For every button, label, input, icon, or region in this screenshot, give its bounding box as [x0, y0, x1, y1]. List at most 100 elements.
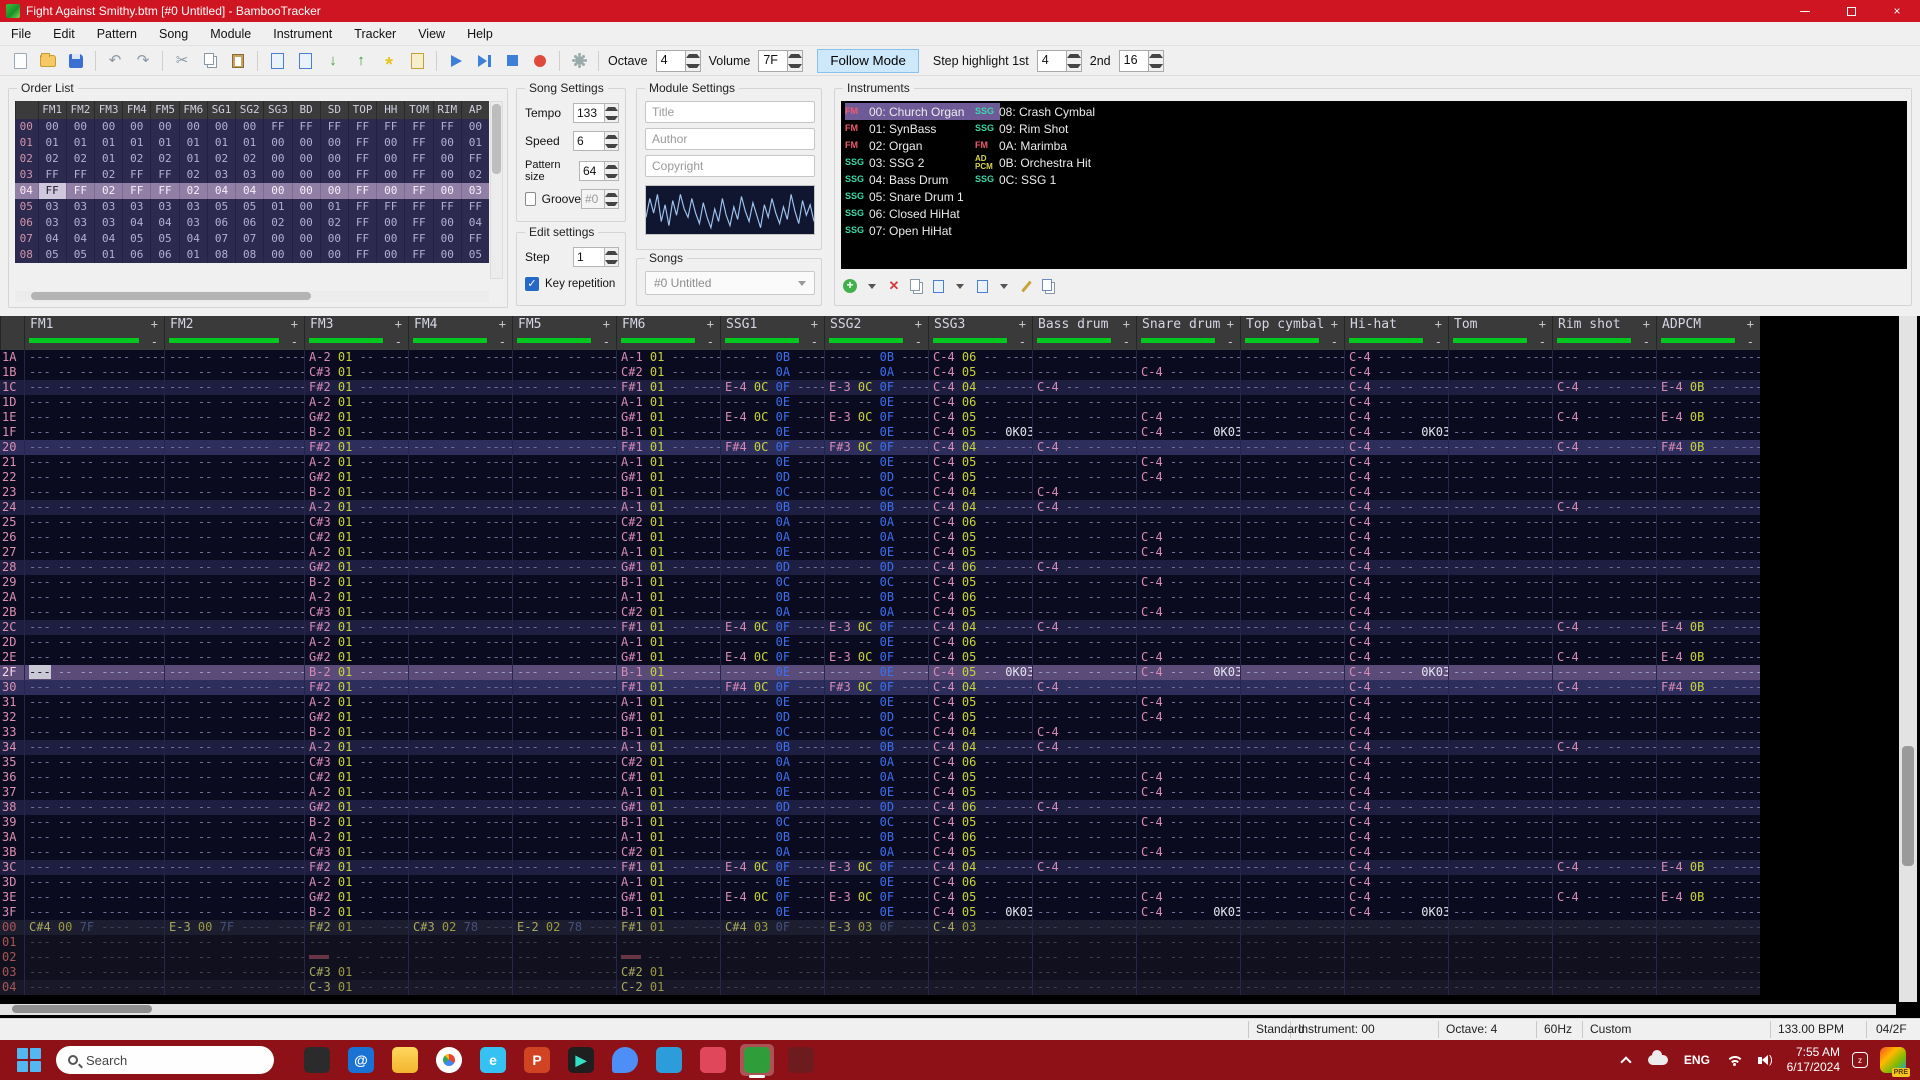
save-instrument-menu-button[interactable] — [995, 277, 1013, 295]
title-input[interactable]: Title — [645, 101, 815, 123]
play-from-start-button[interactable] — [471, 49, 497, 73]
pattern-row-32[interactable]: 32 --- -- -- ---- ---- --- -- -- ---- ----… — [0, 710, 1760, 725]
minimize-button[interactable] — [1782, 0, 1828, 22]
pattern-row-2D[interactable]: 2D --- -- -- ---- ---- --- -- -- ---- ----… — [0, 635, 1760, 650]
instrument-06[interactable]: SSG 06: Closed HiHat — [845, 205, 1000, 222]
notification-bell-icon[interactable]: z — [1852, 1052, 1868, 1068]
track-expand-button[interactable]: + — [915, 317, 922, 331]
language-indicator[interactable]: ENG — [1684, 1053, 1710, 1067]
track-collapse-button[interactable]: - — [915, 335, 922, 349]
new-file-button[interactable] — [7, 49, 33, 73]
red-app-taskbar-icon[interactable] — [696, 1044, 730, 1076]
powerpoint-taskbar-icon[interactable]: P — [520, 1044, 554, 1076]
start-button[interactable] — [16, 1047, 42, 1073]
pattern-row-31[interactable]: 31 --- -- -- ---- ---- --- -- -- ---- ----… — [0, 695, 1760, 710]
track-enabled-bar[interactable] — [1453, 338, 1527, 343]
onedrive-button[interactable] — [1647, 1050, 1668, 1065]
outlook-taskbar-icon[interactable]: @ — [344, 1044, 378, 1076]
pattern-row-2E[interactable]: 2E --- -- -- ---- ---- --- -- -- ---- ----… — [0, 650, 1760, 665]
order-hscrollbar[interactable] — [15, 291, 489, 302]
track-collapse-button[interactable]: - — [151, 335, 158, 349]
track-enabled-bar[interactable] — [1349, 338, 1423, 343]
track-enabled-bar[interactable] — [725, 338, 799, 343]
instrument-0B[interactable]: AD PCM 0B: Orchestra Hit — [975, 154, 1130, 171]
order-row-06[interactable]: 06 03 03 03 04 04 03 06 06 02 00 02 FF 00 FF 00 04 — [15, 215, 489, 231]
track-header-ssg2[interactable]: SSG2 + - — [824, 316, 928, 350]
track-expand-button[interactable]: + — [1227, 317, 1234, 331]
key-repetition-checkbox[interactable]: ✓ — [525, 277, 539, 291]
track-expand-button[interactable]: + — [499, 317, 506, 331]
track-expand-button[interactable]: + — [1747, 317, 1754, 331]
tempo-spinner[interactable]: 133 — [573, 103, 619, 123]
teams-chat-taskbar-icon[interactable] — [608, 1044, 642, 1076]
pattern-row-34[interactable]: 34 --- -- -- ---- ---- --- -- -- ---- ----… — [0, 740, 1760, 755]
track-header-hi-hat[interactable]: Hi-hat + - — [1344, 316, 1448, 350]
order-down-button[interactable]: ↓ — [320, 49, 346, 73]
track-enabled-bar[interactable] — [1141, 338, 1215, 343]
pattern-row-1B[interactable]: 1B --- -- -- ---- ---- --- -- -- ---- ----… — [0, 365, 1760, 380]
track-expand-button[interactable]: + — [603, 317, 610, 331]
pattern-row-22[interactable]: 22 --- -- -- ---- ---- --- -- -- ---- ----… — [0, 470, 1760, 485]
pattern-row-20[interactable]: 20 --- -- -- ---- ---- --- -- -- ---- ----… — [0, 440, 1760, 455]
track-enabled-bar[interactable] — [1661, 338, 1735, 343]
redo-button[interactable]: ↷ — [130, 49, 156, 73]
instrument-0C[interactable]: SSG 0C: SSG 1 — [975, 171, 1130, 188]
order-row-01[interactable]: 01 01 01 01 01 01 01 01 01 00 00 00 FF 00 FF 00 01 — [15, 135, 489, 151]
track-enabled-bar[interactable] — [1557, 338, 1631, 343]
pattern-hscrollbar[interactable] — [0, 1004, 1896, 1015]
pattern-row-04[interactable]: 04 --- -- -- ---- ---- --- -- -- ---- ----… — [0, 980, 1760, 995]
pattern-row-1A[interactable]: 1A --- -- -- ---- ---- --- -- -- ---- ----… — [0, 350, 1760, 365]
pattern-row-3A[interactable]: 3A --- -- -- ---- ---- --- -- -- ---- ----… — [0, 830, 1760, 845]
remove-instrument-button[interactable]: ✕ — [885, 277, 903, 295]
instrument-07[interactable]: SSG 07: Open HiHat — [845, 222, 1000, 239]
groove-spinner[interactable]: #0 — [581, 189, 619, 209]
task-manager-taskbar-icon[interactable] — [300, 1044, 334, 1076]
track-header-fm1[interactable]: FM1 + - — [24, 316, 164, 350]
track-expand-button[interactable]: + — [395, 317, 402, 331]
pattern-row-2A[interactable]: 2A --- -- -- ---- ---- --- -- -- ---- ----… — [0, 590, 1760, 605]
track-collapse-button[interactable]: - — [499, 335, 506, 349]
pattern-row-30[interactable]: 30 --- -- -- ---- ---- --- -- -- ---- ----… — [0, 680, 1760, 695]
pattern-row-38[interactable]: 38 --- -- -- ---- ---- --- -- -- ---- ----… — [0, 800, 1760, 815]
pattern-row-29[interactable]: 29 --- -- -- ---- ---- --- -- -- ---- ----… — [0, 575, 1760, 590]
speed-spinner[interactable]: 6 — [573, 131, 619, 151]
track-header-bass-drum[interactable]: Bass drum + - — [1032, 316, 1136, 350]
track-collapse-button[interactable]: - — [707, 335, 714, 349]
track-expand-button[interactable]: + — [1331, 317, 1338, 331]
track-expand-button[interactable]: + — [151, 317, 158, 331]
instrument-05[interactable]: SSG 05: Snare Drum 1 — [845, 188, 1000, 205]
menu-pattern[interactable]: Pattern — [86, 24, 148, 44]
file-explorer-taskbar-icon[interactable] — [388, 1044, 422, 1076]
pattern-row-35[interactable]: 35 --- -- -- ---- ---- --- -- -- ---- ----… — [0, 755, 1760, 770]
track-collapse-button[interactable]: - — [395, 335, 402, 349]
pattern-row-37[interactable]: 37 --- -- -- ---- ---- --- -- -- ---- ----… — [0, 785, 1760, 800]
groove-checkbox[interactable] — [525, 192, 536, 206]
pattern-row-36[interactable]: 36 --- -- -- ---- ---- --- -- -- ---- ----… — [0, 770, 1760, 785]
track-expand-button[interactable]: + — [1123, 317, 1130, 331]
key-off-button[interactable]: * — [376, 49, 402, 75]
track-collapse-button[interactable]: - — [1539, 335, 1546, 349]
open-file-button[interactable] — [35, 49, 61, 73]
pattern-vscrollbar[interactable] — [1899, 316, 1917, 1002]
step-spinner[interactable]: 1 — [573, 247, 619, 267]
pattern-row-02[interactable]: 02 --- -- -- ---- ---- --- -- -- ---- ----… — [0, 950, 1760, 965]
track-header-fm5[interactable]: FM5 + - — [512, 316, 616, 350]
pattern-row-1E[interactable]: 1E --- -- -- ---- ---- --- -- -- ---- ----… — [0, 410, 1760, 425]
maroon-app-taskbar-icon[interactable] — [784, 1044, 818, 1076]
track-enabled-bar[interactable] — [169, 338, 279, 343]
media-player-taskbar-icon[interactable]: ▶ — [564, 1044, 598, 1076]
track-enabled-bar[interactable] — [829, 338, 903, 343]
remove-order-button[interactable] — [292, 49, 318, 73]
menu-module[interactable]: Module — [199, 24, 262, 44]
undo-button[interactable]: ↶ — [102, 49, 128, 73]
pattern-row-3F[interactable]: 3F --- -- -- ---- ---- --- -- -- ---- ----… — [0, 905, 1760, 920]
add-instrument-menu-button[interactable] — [863, 277, 881, 295]
pattern-row-25[interactable]: 25 --- -- -- ---- ---- --- -- -- ---- ----… — [0, 515, 1760, 530]
track-enabled-bar[interactable] — [1245, 338, 1319, 343]
track-expand-button[interactable]: + — [291, 317, 298, 331]
instrument-08[interactable]: SSG 08: Crash Cymbal — [975, 103, 1130, 120]
track-enabled-bar[interactable] — [1037, 338, 1111, 343]
pattern-row-2C[interactable]: 2C --- -- -- ---- ---- --- -- -- ---- ----… — [0, 620, 1760, 635]
record-button[interactable] — [527, 49, 553, 73]
pattern-size-spinner[interactable]: 64 — [579, 161, 619, 181]
